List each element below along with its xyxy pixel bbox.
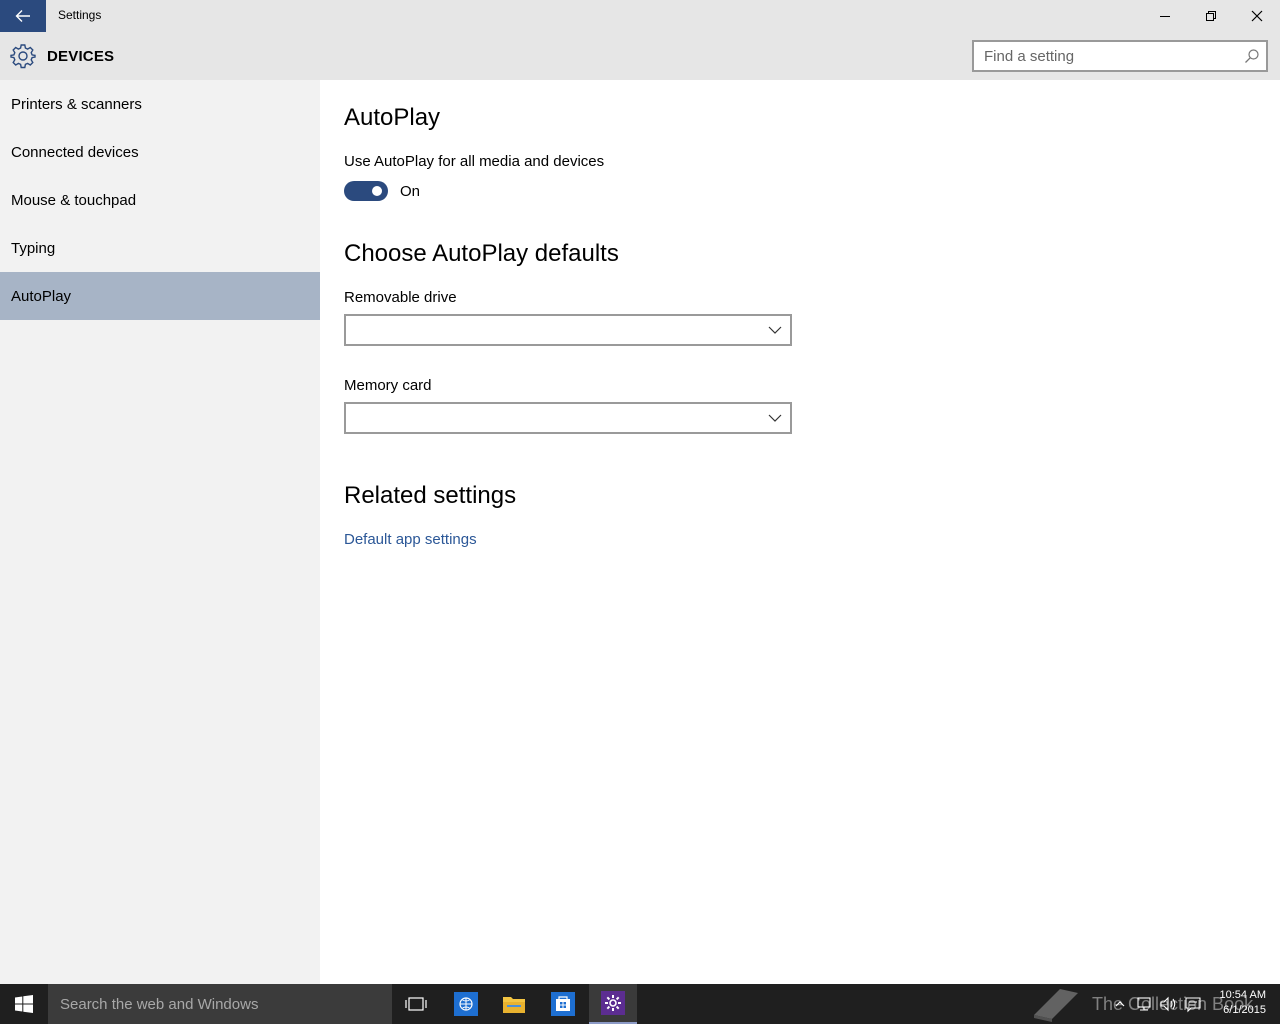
edge-icon: [454, 992, 478, 1016]
back-arrow-icon: [15, 10, 30, 22]
minimize-icon: [1160, 16, 1170, 17]
minimize-button[interactable]: [1142, 0, 1188, 32]
clock-date: 6/1/2015: [1223, 1004, 1266, 1016]
book-icon: [1034, 989, 1078, 1022]
taskbar: The Collection Book 10:54 AM 6/1/2015: [0, 984, 1280, 1024]
sidebar: Printers & scanners Connected devices Mo…: [0, 80, 320, 984]
close-icon: [1251, 10, 1263, 22]
section-title-autoplay: AutoPlay: [344, 104, 441, 131]
find-setting-search[interactable]: [972, 40, 1268, 72]
section-title-related: Related settings: [344, 482, 517, 509]
chevron-up-icon[interactable]: [1110, 994, 1130, 1014]
autoplay-toggle-label: Use AutoPlay for all media and devices: [344, 153, 605, 170]
main-content: AutoPlay Use AutoPlay for all media and …: [320, 80, 1280, 984]
sidebar-item-mouse-touchpad[interactable]: Mouse & touchpad: [0, 176, 320, 224]
chevron-down-icon: [768, 414, 782, 422]
search-input[interactable]: [974, 42, 1244, 70]
start-button[interactable]: [0, 984, 48, 1024]
default-app-settings-link[interactable]: Default app settings: [344, 531, 477, 548]
search-icon[interactable]: [1244, 48, 1260, 64]
settings-header: DEVICES: [0, 32, 1280, 80]
taskbar-file-explorer[interactable]: [490, 984, 538, 1024]
action-center-icon[interactable]: [1183, 994, 1203, 1014]
network-icon[interactable]: [1134, 994, 1154, 1014]
clock-time: 10:54 AM: [1219, 989, 1266, 1001]
removable-drive-dropdown[interactable]: [344, 314, 792, 346]
file-explorer-icon: [503, 997, 525, 1013]
volume-icon[interactable]: [1158, 994, 1178, 1014]
taskbar-settings[interactable]: [589, 984, 637, 1024]
taskbar-search-input[interactable]: [48, 984, 392, 1024]
sidebar-item-label: AutoPlay: [11, 287, 72, 305]
memory-card-dropdown[interactable]: [344, 402, 792, 434]
settings-icon: [601, 991, 625, 1015]
window-title: Settings: [58, 8, 102, 22]
sidebar-item-typing[interactable]: Typing: [0, 224, 320, 272]
sidebar-item-printers-scanners[interactable]: Printers & scanners: [0, 80, 320, 128]
taskbar-clock[interactable]: 10:54 AM 6/1/2015: [1212, 988, 1266, 1018]
taskbar-edge[interactable]: [442, 984, 490, 1024]
sidebar-item-label: Mouse & touchpad: [11, 191, 137, 209]
section-title-defaults: Choose AutoPlay defaults: [344, 240, 619, 267]
memory-card-label: Memory card: [344, 377, 432, 394]
title-bar: Settings: [0, 0, 1280, 32]
toggle-knob: [372, 186, 382, 196]
gear-icon: [10, 44, 36, 69]
sidebar-item-autoplay[interactable]: AutoPlay: [0, 272, 320, 320]
toggle-state-text: On: [400, 183, 421, 200]
task-view-icon: [405, 997, 427, 1011]
page-title: DEVICES: [47, 48, 115, 65]
sidebar-item-label: Typing: [11, 239, 56, 257]
windows-logo-icon: [15, 995, 33, 1013]
removable-drive-label: Removable drive: [344, 289, 457, 306]
restore-button[interactable]: [1188, 0, 1234, 32]
autoplay-toggle[interactable]: [344, 181, 388, 201]
task-view-button[interactable]: [392, 984, 440, 1024]
chevron-down-icon: [768, 326, 782, 334]
sidebar-item-label: Printers & scanners: [11, 95, 142, 113]
back-button[interactable]: [0, 0, 46, 32]
sidebar-item-label: Connected devices: [11, 143, 139, 161]
store-icon: [551, 992, 575, 1016]
taskbar-store[interactable]: [539, 984, 587, 1024]
restore-icon: [1206, 11, 1216, 21]
sidebar-item-connected-devices[interactable]: Connected devices: [0, 128, 320, 176]
close-button[interactable]: [1234, 0, 1280, 32]
taskbar-search[interactable]: [48, 984, 392, 1024]
